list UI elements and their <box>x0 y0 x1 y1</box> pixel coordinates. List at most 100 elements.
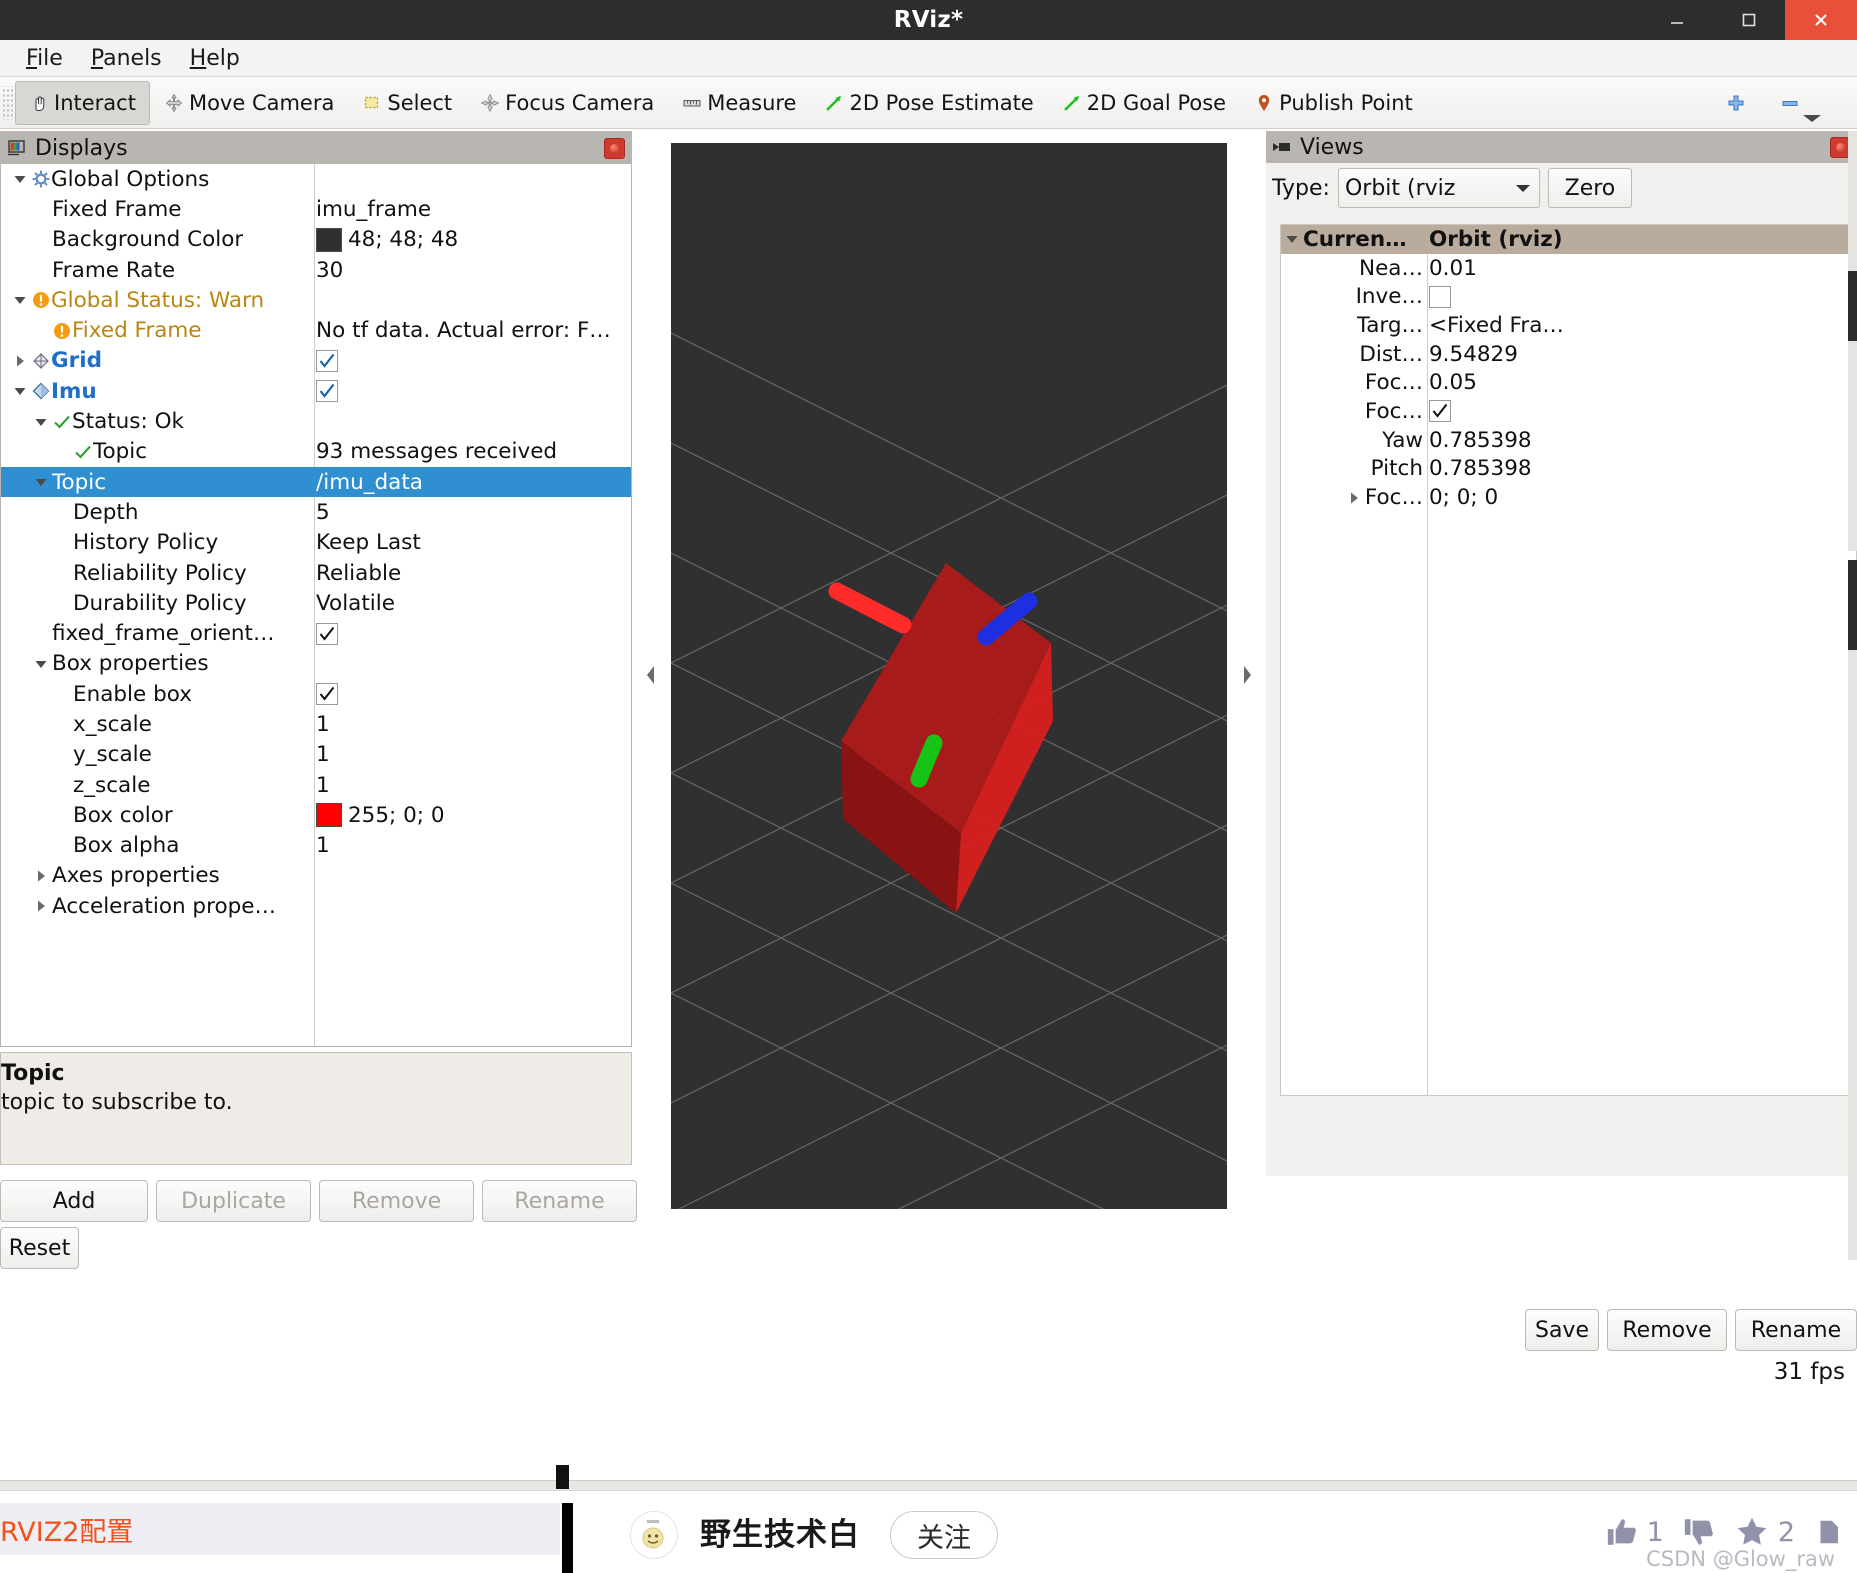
checkbox[interactable] <box>316 683 338 706</box>
render-viewport[interactable] <box>671 143 1227 1209</box>
expand-arrow-down-icon[interactable] <box>30 467 52 497</box>
expand-arrow-down-icon[interactable] <box>9 376 31 406</box>
display-row[interactable]: Axes properties <box>1 861 631 891</box>
expand-arrow-down-icon[interactable] <box>1281 225 1303 254</box>
display-row[interactable]: Box properties <box>1 649 631 679</box>
collapse-right-handle[interactable] <box>1240 660 1254 690</box>
reset-button[interactable]: Reset <box>0 1227 79 1269</box>
display-row[interactable]: Global Status: Warn <box>1 285 631 315</box>
display-row[interactable]: Grid <box>1 346 631 376</box>
views-row[interactable]: Targ… <Fixed Fra… <box>1281 311 1856 340</box>
display-row[interactable]: Topic 93 messages received <box>1 437 631 467</box>
toolbar-grip[interactable] <box>3 85 15 120</box>
toolbar-button-select[interactable]: Select <box>348 81 466 125</box>
remove-view-button[interactable]: Remove <box>1607 1309 1727 1351</box>
views-row[interactable]: Inve… <box>1281 282 1856 311</box>
close-button[interactable] <box>1785 0 1857 40</box>
views-row[interactable]: Nea… 0.01 <box>1281 254 1856 283</box>
display-row[interactable]: Background Color 48; 48; 48 <box>1 225 631 255</box>
display-row[interactable]: Reliability Policy Reliable <box>1 558 631 588</box>
views-row[interactable]: Foc… 0.05 <box>1281 368 1856 397</box>
star-action[interactable]: 2 <box>1734 1514 1795 1550</box>
display-row[interactable]: Frame Rate 30 <box>1 255 631 285</box>
views-row[interactable]: Dist… 9.54829 <box>1281 340 1856 369</box>
expand-arrow-down-icon[interactable] <box>9 285 31 315</box>
display-row[interactable]: Global Options <box>1 164 631 194</box>
toolbar-overflow-button[interactable] <box>1799 109 1825 128</box>
views-row[interactable]: Foc… <box>1281 397 1856 426</box>
display-row[interactable]: Status: Ok <box>1 406 631 436</box>
like-action[interactable]: 1 <box>1605 1515 1664 1549</box>
menu-file[interactable]: File <box>12 44 77 73</box>
display-row[interactable]: Acceleration prope… <box>1 891 631 921</box>
toolbar-button-publish-point[interactable]: Publish Point <box>1240 81 1427 125</box>
color-swatch[interactable] <box>316 227 342 252</box>
toolbar-button-label: Focus Camera <box>505 90 655 115</box>
expand-arrow-down-icon[interactable] <box>9 164 31 194</box>
display-row[interactable]: Box color 255; 0; 0 <box>1 800 631 830</box>
checkbox[interactable] <box>316 380 338 403</box>
toolbar-button-focus-camera[interactable]: Focus Camera <box>466 81 668 125</box>
views-row[interactable]: Foc… 0; 0; 0 <box>1281 483 1856 512</box>
display-row[interactable]: x_scale 1 <box>1 709 631 739</box>
minimize-button[interactable] <box>1641 0 1713 40</box>
save-view-button[interactable]: Save <box>1525 1309 1599 1351</box>
checkbox[interactable] <box>316 349 338 372</box>
display-row[interactable]: Fixed Frame imu_frame <box>1 194 631 224</box>
views-row[interactable]: Pitch 0.785398 <box>1281 455 1856 484</box>
right-scrollbar-lower[interactable] <box>1848 560 1857 1260</box>
collapse-left-handle[interactable] <box>644 660 658 690</box>
maximize-button[interactable] <box>1713 0 1785 40</box>
collapse-right-icon <box>1244 666 1251 684</box>
dislike-action[interactable] <box>1682 1515 1716 1549</box>
display-row[interactable]: Imu <box>1 376 631 406</box>
expand-arrow-right-icon[interactable] <box>9 346 31 376</box>
follow-button[interactable]: 关注 <box>890 1511 998 1559</box>
display-row[interactable]: y_scale 1 <box>1 740 631 770</box>
cell-value: 1 <box>316 772 330 798</box>
display-row[interactable]: Box alpha 1 <box>1 831 631 861</box>
checkbox[interactable] <box>1429 285 1451 308</box>
toolbar-button-2d-pose-estimate[interactable]: 2D Pose Estimate <box>810 81 1047 125</box>
display-row[interactable]: Depth 5 <box>1 497 631 527</box>
display-row[interactable]: z_scale 1 <box>1 770 631 800</box>
views-row[interactable]: Yaw 0.785398 <box>1281 426 1856 455</box>
menu-help[interactable]: Help <box>176 44 254 73</box>
checkbox[interactable] <box>316 622 338 645</box>
rename-view-button[interactable]: Rename <box>1735 1309 1857 1351</box>
share-action[interactable] <box>1813 1515 1843 1549</box>
right-scrollbar-upper[interactable] <box>1848 131 1857 551</box>
toolbar-button-measure[interactable]: Measure <box>668 81 810 125</box>
cell-value: 48; 48; 48 <box>348 227 459 253</box>
views-row[interactable]: Curren… Orbit (rviz) <box>1281 225 1856 254</box>
toolbar-add-tool-button[interactable] <box>1709 81 1763 125</box>
browser-tab[interactable]: RVIZ2配置 <box>0 1503 560 1555</box>
views-property-tree[interactable]: Curren… Orbit (rviz) Nea… 0.01 Inve… Targ… <Fi… <box>1280 224 1857 1096</box>
toolbar-button-interact[interactable]: Interact <box>15 80 150 125</box>
display-row[interactable]: Enable box <box>1 679 631 709</box>
toolbar-button-move-camera[interactable]: Move Camera <box>150 81 348 125</box>
fps-status: 31 fps <box>1773 1359 1845 1385</box>
displays-tree[interactable]: Global Options Fixed Frame imu_frame Backgr… <box>1 164 631 1046</box>
close-panel-icon[interactable] <box>604 138 625 159</box>
avatar[interactable] <box>630 1511 678 1559</box>
display-row[interactable]: History Policy Keep Last <box>1 528 631 558</box>
expand-arrow-right-icon[interactable] <box>1343 483 1365 512</box>
display-row[interactable]: Fixed Frame No tf data. Actual error: F… <box>1 315 631 345</box>
display-row[interactable]: fixed_frame_orient… <box>1 618 631 648</box>
expand-arrow-down-icon[interactable] <box>30 407 52 437</box>
toolbar-button-2d-goal-pose[interactable]: 2D Goal Pose <box>1048 81 1240 125</box>
menu-panels[interactable]: Panels <box>77 44 176 73</box>
checkbox[interactable] <box>1429 400 1451 423</box>
row-label: Background Color <box>52 227 244 253</box>
expand-arrow-down-icon[interactable] <box>30 649 52 679</box>
color-swatch[interactable] <box>316 803 342 828</box>
add-button[interactable]: Add <box>0 1180 148 1222</box>
zero-button[interactable]: Zero <box>1547 168 1632 208</box>
view-type-combo[interactable]: Orbit (rviz <box>1337 168 1540 208</box>
display-row[interactable]: Topic/imu_data <box>1 466 631 498</box>
expand-arrow-right-icon[interactable] <box>30 891 52 921</box>
display-row[interactable]: Durability Policy Volatile <box>1 588 631 618</box>
expand-arrow-right-icon[interactable] <box>30 861 52 891</box>
row-label: History Policy <box>73 530 219 556</box>
